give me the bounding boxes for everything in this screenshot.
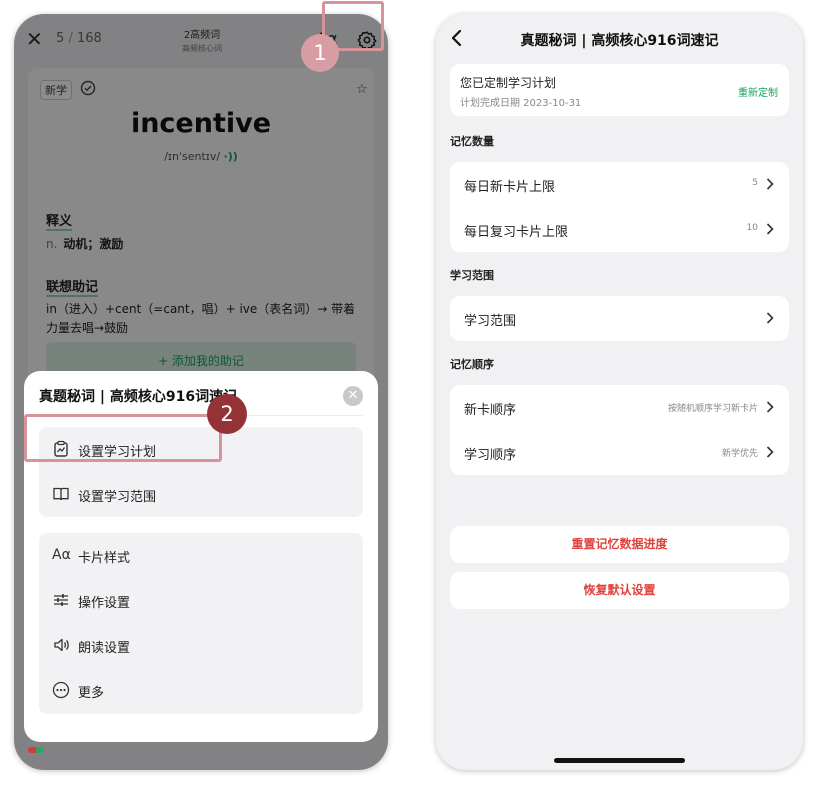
redo-plan-link[interactable]: 重新定制 — [738, 84, 778, 99]
menu-item-label: 操作设置 — [78, 596, 131, 611]
word-card-screen: ✕ 5 / 168 2高频词 高频核心词 Aα 新学 ☆ incentive /… — [14, 14, 388, 770]
row-label: 新卡顺序 — [464, 403, 517, 418]
row-label: 学习范围 — [464, 314, 517, 329]
speaker-icon — [54, 638, 69, 652]
font-icon: Aα — [52, 547, 71, 563]
menu-item-read-aloud[interactable]: 朗读设置 — [39, 623, 363, 668]
chevron-right-icon — [766, 312, 774, 324]
memory-count-panel: 每日新卡片上限 5 每日复习卡片上限 10 — [450, 162, 789, 252]
menu-item-more[interactable]: 更多 — [39, 668, 363, 713]
sheet-title: 真题秘词 | 高频核心916词速记 — [39, 389, 238, 405]
restore-defaults-button[interactable]: 恢复默认设置 — [450, 572, 789, 609]
page-title: 真题秘词 | 高频核心916词速记 — [520, 33, 719, 49]
settings-row-new-card-order[interactable]: 新卡顺序 按随机顺序学习新卡片 — [450, 385, 789, 430]
chevron-right-icon — [766, 401, 774, 413]
more-icon — [52, 681, 70, 699]
menu-item-label: 朗读设置 — [78, 641, 131, 656]
menu-item-label: 更多 — [78, 686, 105, 701]
chevron-right-icon — [766, 446, 774, 458]
chevron-right-icon — [766, 223, 774, 235]
row-label: 学习顺序 — [464, 448, 517, 463]
section-heading-memory-count: 记忆数量 — [450, 135, 494, 148]
plan-title: 您已定制学习计划 — [460, 76, 557, 90]
plan-card[interactable]: 您已定制学习计划 计划完成日期 2023-10-31 重新定制 — [450, 64, 789, 116]
row-value: 10 — [746, 223, 758, 233]
section-heading-study-range: 学习范围 — [450, 269, 494, 282]
menu-item-label: 卡片样式 — [78, 551, 131, 566]
sliders-icon — [54, 594, 68, 606]
row-value: 新学优先 — [721, 449, 758, 459]
menu-item-study-range[interactable]: 设置学习范围 — [39, 472, 363, 517]
row-value: 5 — [752, 178, 758, 188]
section-heading-memory-order: 记忆顺序 — [450, 358, 494, 371]
menu-item-label: 设置学习范围 — [78, 490, 157, 505]
menu-item-card-style[interactable]: Aα 卡片样式 — [39, 533, 363, 578]
reset-progress-button[interactable]: 重置记忆数据进度 — [450, 526, 789, 563]
home-indicator — [554, 758, 685, 763]
row-label: 每日复习卡片上限 — [464, 225, 569, 240]
chevron-right-icon — [766, 178, 774, 190]
row-value: 按随机顺序学习新卡片 — [667, 404, 758, 414]
annotation-highlight-study-plan — [24, 414, 222, 462]
row-label: 每日新卡片上限 — [464, 180, 556, 195]
step-badge-1: 1 — [301, 34, 339, 72]
study-settings-screen: 真题秘词 | 高频核心916词速记 您已定制学习计划 计划完成日期 2023-1… — [436, 14, 803, 770]
preferences-group: Aα 卡片样式 操作设置 朗读设置 更多 — [39, 533, 363, 714]
step-badge-2: 2 — [207, 394, 247, 434]
book-icon — [53, 487, 69, 501]
settings-row-review-cards[interactable]: 每日复习卡片上限 10 — [450, 207, 789, 252]
settings-row-new-cards[interactable]: 每日新卡片上限 5 — [450, 162, 789, 207]
close-icon[interactable]: ✕ — [343, 386, 363, 406]
menu-item-operation[interactable]: 操作设置 — [39, 578, 363, 623]
progress-indicator — [28, 747, 44, 753]
settings-row-study-range[interactable]: 学习范围 — [450, 296, 789, 341]
settings-row-study-order[interactable]: 学习顺序 新学优先 — [450, 430, 789, 475]
memory-order-panel: 新卡顺序 按随机顺序学习新卡片 学习顺序 新学优先 — [450, 385, 789, 475]
study-range-panel: 学习范围 — [450, 296, 789, 341]
plan-date: 计划完成日期 2023-10-31 — [460, 98, 582, 109]
